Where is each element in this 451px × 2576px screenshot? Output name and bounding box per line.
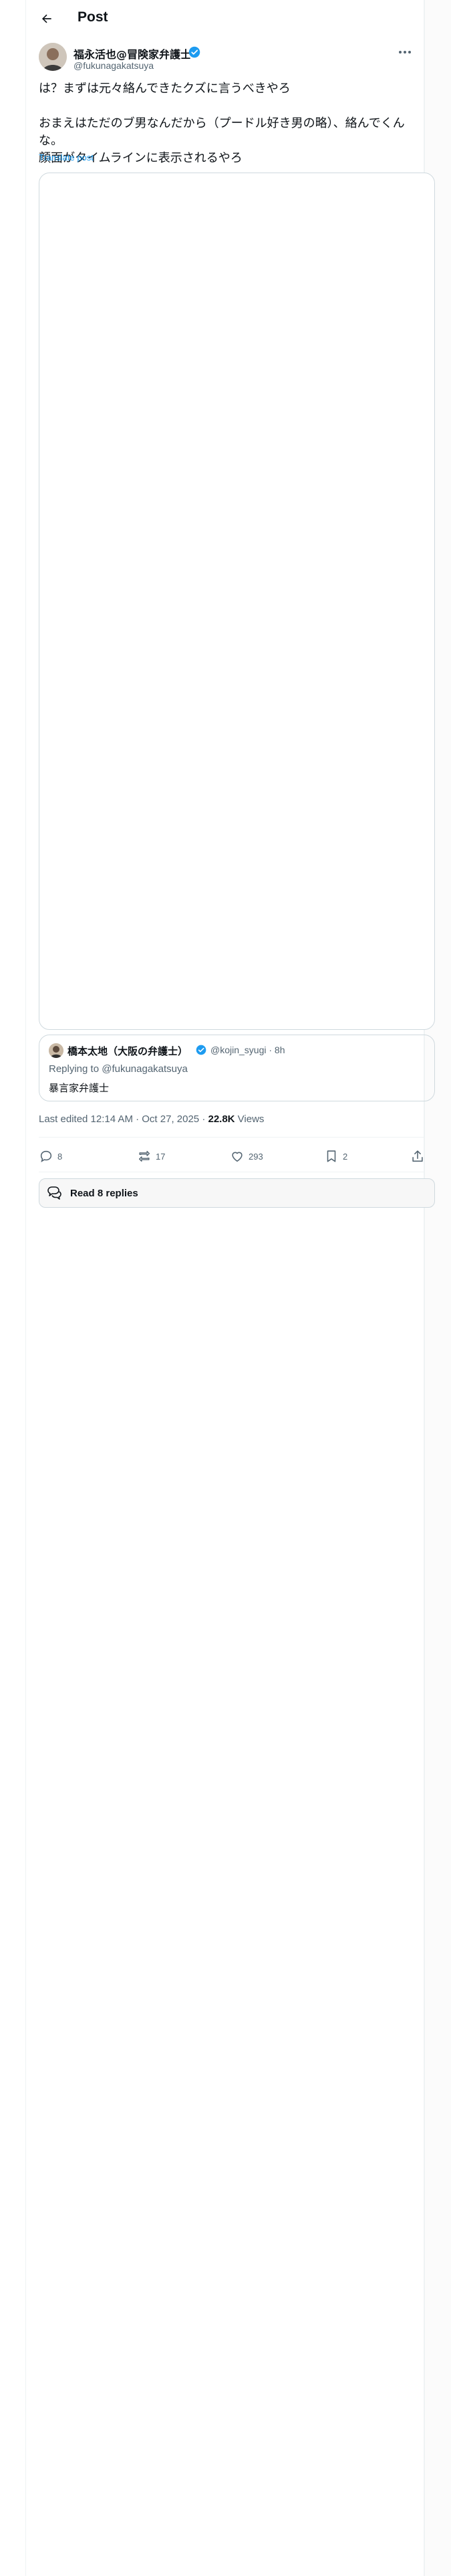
views-label: Views <box>235 1113 265 1125</box>
quote-author-name: 橋本太地（大阪の弁護士） <box>67 1045 188 1057</box>
post-text-line: おまえはただのブ男なんだから（プードル好き男の略）、絡んでくんな。 <box>39 116 405 148</box>
avatar-photo-icon <box>39 43 67 71</box>
like-button[interactable]: 293 <box>230 1148 263 1164</box>
reply-button[interactable]: 8 <box>39 1148 62 1164</box>
like-count: 293 <box>249 1151 263 1162</box>
divider <box>39 1137 424 1138</box>
page-title: Post <box>78 9 108 25</box>
views-count: 22.8K <box>208 1113 235 1125</box>
verified-badge-icon <box>188 46 200 58</box>
edited-timestamp[interactable]: Last edited 12:14 AM · Oct 27, 2025 · <box>39 1113 208 1125</box>
action-bar: 8 17 293 2 <box>39 1142 435 1170</box>
quote-avatar <box>49 1043 63 1058</box>
quote-handle-time: @kojin_syugi · 8h <box>210 1045 285 1055</box>
bookmark-count: 2 <box>343 1151 348 1162</box>
translate-post-link[interactable]: Translate post <box>39 152 94 163</box>
arrow-left-icon <box>41 14 51 23</box>
quote-replying-to: Replying to @fukunagakatsuya <box>49 1063 188 1075</box>
share-icon <box>412 1150 423 1162</box>
post-meta: Last edited 12:14 AM · Oct 27, 2025 · 22… <box>39 1113 264 1125</box>
quote-text: 暴言家弁護士 <box>49 1082 110 1094</box>
back-button[interactable] <box>36 8 57 29</box>
bookmark-icon <box>327 1150 336 1162</box>
post-author: 福永活也@冒険家弁護士 @fukunagakatsuya <box>39 43 413 75</box>
read-replies-button[interactable]: Read 8 replies <box>39 1178 435 1208</box>
top-bar: Post <box>25 0 424 37</box>
chat-bubbles-icon <box>47 1186 61 1200</box>
post-text-line: 顔面がタイムラインに表示されるやろ <box>39 151 243 165</box>
share-button[interactable] <box>410 1148 429 1164</box>
avatar-photo-icon <box>49 1043 63 1058</box>
reply-count: 8 <box>57 1151 63 1162</box>
media-placeholder <box>39 173 435 1030</box>
author-handle[interactable]: @fukunagakatsuya <box>73 60 154 71</box>
repost-count: 17 <box>156 1151 166 1162</box>
verified-badge-icon <box>196 1045 206 1055</box>
more-dots-icon <box>399 51 411 53</box>
read-replies-label: Read 8 replies <box>70 1187 138 1199</box>
page: Post 福永活也@冒険家弁護士 @fukunagakatsuya は？まずは元… <box>0 0 451 2576</box>
post-text-line: は？まずは元々絡んできたクズに言うべきやろ <box>39 82 291 96</box>
reply-icon <box>40 1150 52 1162</box>
post-media[interactable] <box>39 173 435 1030</box>
author-name[interactable]: 福永活也@冒険家弁護士 <box>73 45 191 62</box>
author-avatar[interactable] <box>39 43 67 71</box>
quoted-reply[interactable]: 橋本太地（大阪の弁護士） @kojin_syugi · 8h Replying … <box>39 1035 435 1101</box>
more-options-button[interactable] <box>397 45 413 59</box>
post-text: は？まずは元々絡んできたクズに言うべきやろ おまえはただのブ男なんだから（プード… <box>39 80 413 167</box>
bookmark-button[interactable]: 2 <box>324 1148 347 1164</box>
heart-icon <box>232 1152 243 1162</box>
repost-button[interactable]: 17 <box>137 1148 165 1164</box>
repost-icon <box>138 1150 150 1162</box>
